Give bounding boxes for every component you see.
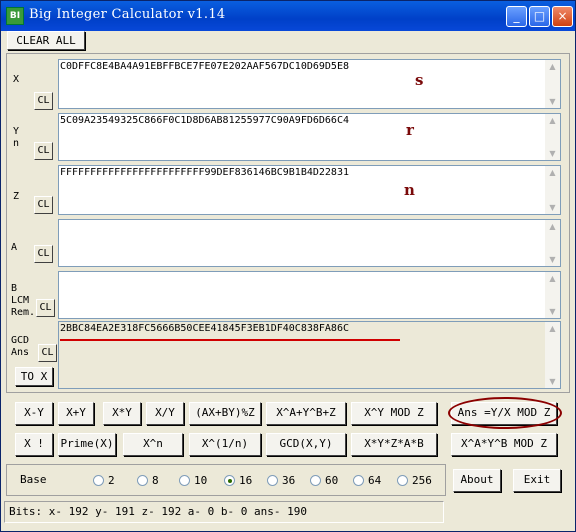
x-label: X: [13, 74, 20, 85]
scroll-down-icon[interactable]: ▼: [547, 376, 558, 387]
ans-value: 2BBC84EA2E318FC5666B50CEE41845F3EB1DF40C…: [60, 323, 349, 334]
title-bar[interactable]: BI Big Integer Calculator v1.14 _ □ ×: [1, 1, 575, 31]
op-gcd-button[interactable]: GCD(X,Y): [266, 433, 346, 456]
base-selector: Base 2 8 10 16 36 60 64 256: [6, 464, 446, 496]
ans-output[interactable]: 2BBC84EA2E318FC5666B50CEE41845F3EB1DF40C…: [58, 321, 561, 389]
window-title: Big Integer Calculator v1.14: [29, 7, 226, 22]
base-radio-64[interactable]: 64: [353, 474, 381, 487]
z-annotation: n: [404, 181, 415, 199]
y-label: Y n: [13, 126, 20, 149]
op-power-sum-button[interactable]: X^A+Y^B+Z: [266, 402, 346, 425]
scroll-up-icon[interactable]: ▲: [547, 115, 558, 126]
scroll-down-icon[interactable]: ▼: [547, 148, 558, 159]
y-annotation: r: [406, 121, 414, 139]
op-modpow-button[interactable]: X^Y MOD Z: [351, 402, 437, 425]
maximize-button[interactable]: □: [529, 6, 550, 27]
op-factorial-button[interactable]: X !: [15, 433, 53, 456]
scroll-up-icon[interactable]: ▲: [547, 273, 558, 284]
scroll-up-icon[interactable]: ▲: [547, 221, 558, 232]
x-scrollbar[interactable]: ▲ ▼: [545, 60, 560, 108]
calculator-window: BI Big Integer Calculator v1.14 _ □ × CL…: [0, 0, 576, 532]
z-input[interactable]: FFFFFFFFFFFFFFFFFFFFFFFF99DEF836146BC9B1…: [58, 165, 561, 215]
radio-icon: [179, 475, 190, 486]
radio-icon: [397, 475, 408, 486]
b-input[interactable]: ▲ ▼: [58, 271, 561, 319]
a-label: A: [11, 242, 18, 253]
ans-clear-button[interactable]: CL: [38, 344, 57, 362]
radio-icon: [310, 475, 321, 486]
radio-selected-icon: [224, 475, 235, 486]
op-x-minus-y-button[interactable]: X-Y: [15, 402, 53, 425]
op-ax-by-mod-z-button[interactable]: (AX+BY)%Z: [189, 402, 261, 425]
x-value: C0DFFC8E4BA4A91EBFFBCE7FE07E202AAF567DC1…: [60, 61, 349, 72]
a-scrollbar[interactable]: ▲ ▼: [545, 220, 560, 266]
app-icon: BI: [6, 7, 24, 25]
x-input[interactable]: C0DFFC8E4BA4A91EBFFBCE7FE07E202AAF567DC1…: [58, 59, 561, 109]
ans-scrollbar[interactable]: ▲ ▼: [545, 322, 560, 388]
base-radio-60[interactable]: 60: [310, 474, 338, 487]
base-radio-10[interactable]: 10: [179, 474, 207, 487]
b-clear-button[interactable]: CL: [36, 299, 55, 317]
b-scrollbar[interactable]: ▲ ▼: [545, 272, 560, 318]
op-product-button[interactable]: X*Y*Z*A*B: [351, 433, 437, 456]
scroll-up-icon[interactable]: ▲: [547, 167, 558, 178]
base-radio-2[interactable]: 2: [93, 474, 115, 487]
z-scrollbar[interactable]: ▲ ▼: [545, 166, 560, 214]
x-annotation: s: [415, 71, 424, 89]
op-x-plus-y-button[interactable]: X+Y: [58, 402, 94, 425]
about-button[interactable]: About: [453, 469, 501, 492]
ans-label: GCD Ans: [11, 335, 30, 358]
z-label: Z: [13, 191, 20, 202]
scroll-down-icon[interactable]: ▼: [547, 96, 558, 107]
scroll-up-icon[interactable]: ▲: [547, 61, 558, 72]
a-input[interactable]: ▲ ▼: [58, 219, 561, 267]
y-input[interactable]: 5C09A23549325C866F0C1D8D6AB81255977C90A9…: [58, 113, 561, 161]
z-value: FFFFFFFFFFFFFFFFFFFFFFFF99DEF836146BC9B1…: [60, 167, 349, 178]
y-value: 5C09A23549325C866F0C1D8D6AB81255977C90A9…: [60, 115, 349, 126]
scroll-down-icon[interactable]: ▼: [547, 306, 558, 317]
to-x-button[interactable]: TO X: [15, 367, 53, 386]
base-radio-36[interactable]: 36: [267, 474, 295, 487]
op-prime-button[interactable]: Prime(X): [58, 433, 116, 456]
op-x-times-y-button[interactable]: X*Y: [103, 402, 141, 425]
mod-inverse-highlight-annotation: [448, 397, 562, 429]
op-nth-root-button[interactable]: X^(1/n): [189, 433, 261, 456]
radio-icon: [93, 475, 104, 486]
op-x-pow-n-button[interactable]: X^n: [123, 433, 183, 456]
close-button[interactable]: ×: [552, 6, 573, 27]
z-clear-button[interactable]: CL: [34, 196, 53, 214]
op-power-product-mod-button[interactable]: X^A*Y^B MOD Z: [451, 433, 557, 456]
scroll-down-icon[interactable]: ▼: [547, 254, 558, 265]
status-bar: Bits: x- 192 y- 191 z- 192 a- 0 b- 0 ans…: [4, 501, 444, 523]
scroll-up-icon[interactable]: ▲: [547, 323, 558, 334]
minimize-button[interactable]: _: [506, 6, 527, 27]
base-radio-256[interactable]: 256: [397, 474, 432, 487]
op-x-div-y-button[interactable]: X/Y: [146, 402, 184, 425]
radio-icon: [267, 475, 278, 486]
radio-icon: [137, 475, 148, 486]
base-radio-16[interactable]: 16: [224, 474, 252, 487]
ans-underline-annotation: [60, 339, 400, 341]
base-label: Base: [20, 473, 47, 486]
y-scrollbar[interactable]: ▲ ▼: [545, 114, 560, 160]
b-label: B LCM Rem.: [11, 283, 36, 318]
clear-all-button[interactable]: CLEAR ALL: [7, 31, 85, 50]
radio-icon: [353, 475, 364, 486]
exit-button[interactable]: Exit: [513, 469, 561, 492]
y-clear-button[interactable]: CL: [34, 142, 53, 160]
scroll-down-icon[interactable]: ▼: [547, 202, 558, 213]
a-clear-button[interactable]: CL: [34, 245, 53, 263]
x-clear-button[interactable]: CL: [34, 92, 53, 110]
base-radio-8[interactable]: 8: [137, 474, 159, 487]
